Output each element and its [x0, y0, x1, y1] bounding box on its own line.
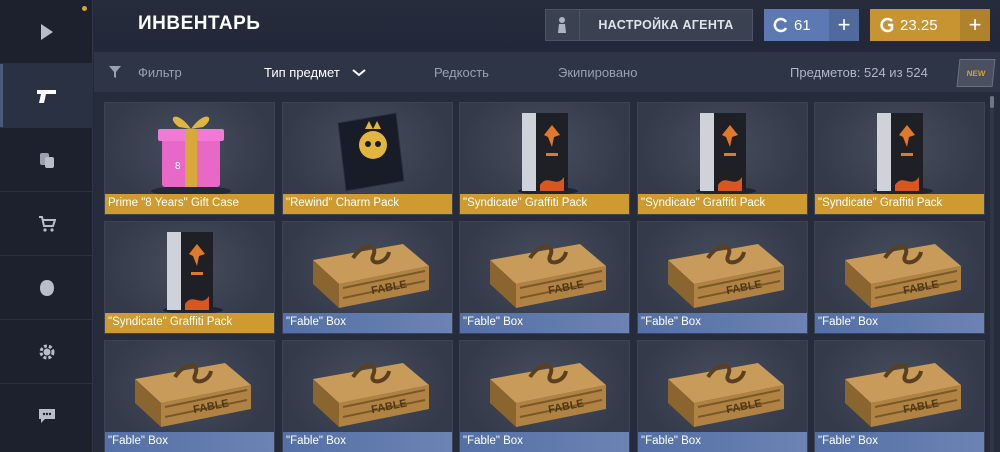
item-name-label: "Syndicate" Graffiti Pack — [638, 194, 807, 214]
agent-settings-button[interactable]: НАСТРОЙКА АГЕНТА — [545, 9, 753, 41]
item-name-label: "Syndicate" Graffiti Pack — [460, 194, 629, 214]
play-icon — [40, 23, 53, 40]
filter-bar: Фильтр Тип предмет Редкость Экипировано … — [94, 52, 1000, 92]
inventory-item-card[interactable]: FABLE "Fable" Box — [282, 340, 453, 452]
pistol-icon — [36, 89, 56, 103]
scroll-thumb[interactable] — [990, 96, 994, 108]
gold-currency-value: 23.25 — [900, 16, 938, 34]
sidebar — [0, 0, 93, 452]
blue-coin-icon — [773, 17, 789, 33]
inventory-item-card[interactable]: "Syndicate" Graffiti Pack — [459, 102, 630, 215]
sidebar-item-play[interactable] — [0, 0, 93, 64]
item-name-label: "Fable" Box — [815, 313, 984, 333]
item-name-label: "Fable" Box — [638, 432, 807, 452]
helmet-icon — [39, 279, 54, 296]
sidebar-item-store[interactable] — [0, 192, 93, 256]
item-name-label: "Fable" Box — [460, 313, 629, 333]
inventory-item-card[interactable]: "Syndicate" Graffiti Pack — [814, 102, 985, 215]
item-name-label: "Fable" Box — [460, 432, 629, 452]
blue-currency-value: 61 — [794, 16, 811, 34]
gold-add-button[interactable]: + — [960, 9, 990, 41]
item-name-label: "Syndicate" Graffiti Pack — [815, 194, 984, 214]
inventory-item-card[interactable]: FABLE "Fable" Box — [637, 221, 808, 334]
agent-icon — [546, 10, 580, 40]
inventory-item-card[interactable]: "Syndicate" Graffiti Pack — [637, 102, 808, 215]
inventory-item-card[interactable]: FABLE "Fable" Box — [814, 221, 985, 334]
inventory-item-card[interactable]: "Rewind" Charm Pack — [282, 102, 453, 215]
blue-add-button[interactable]: + — [829, 9, 859, 41]
top-bar: ИНВЕНТАРЬ НАСТРОЙКА АГЕНТА 61 + 23.25 + — [94, 0, 1000, 50]
sidebar-item-market[interactable] — [0, 128, 93, 192]
inventory-item-card[interactable]: FABLE "Fable" Box — [814, 340, 985, 452]
item-name-label: "Fable" Box — [105, 432, 274, 452]
blue-currency[interactable]: 61 + — [764, 9, 859, 41]
coins-icon — [39, 152, 54, 168]
item-name-label: "Fable" Box — [283, 313, 452, 333]
agent-settings-label: НАСТРОЙКА АГЕНТА — [598, 18, 734, 32]
scrollbar[interactable] — [990, 96, 994, 452]
inventory-item-card[interactable]: "Syndicate" Graffiti Pack — [104, 221, 275, 334]
chat-icon — [38, 409, 55, 423]
gold-currency[interactable]: 23.25 + — [870, 9, 990, 41]
sidebar-item-missions[interactable] — [0, 256, 93, 320]
filter-icon[interactable] — [108, 65, 122, 79]
gear-icon — [39, 344, 54, 359]
sidebar-item-inventory[interactable] — [0, 64, 93, 128]
item-name-label: "Fable" Box — [638, 313, 807, 333]
svg-text:8: 8 — [175, 161, 181, 172]
rarity-sort[interactable]: Редкость — [434, 65, 489, 80]
item-name-label: Prime "8 Years" Gift Case — [105, 194, 274, 214]
page-title: ИНВЕНТАРЬ — [138, 13, 261, 34]
inventory-item-card[interactable]: FABLE "Fable" Box — [459, 221, 630, 334]
notification-dot — [80, 4, 89, 13]
new-badge[interactable]: NEW — [956, 59, 996, 87]
sidebar-item-chat[interactable] — [0, 384, 93, 448]
equipped-sort[interactable]: Экипировано — [558, 65, 637, 80]
chevron-down-icon[interactable] — [352, 69, 366, 77]
item-name-label: "Rewind" Charm Pack — [283, 194, 452, 214]
item-name-label: "Fable" Box — [815, 432, 984, 452]
inventory-item-card[interactable]: FABLE "Fable" Box — [104, 340, 275, 452]
sidebar-item-settings[interactable] — [0, 320, 93, 384]
inventory-item-card[interactable]: FABLE "Fable" Box — [637, 340, 808, 452]
cart-icon — [38, 215, 56, 232]
gold-coin-icon — [879, 17, 895, 33]
item-name-label: "Syndicate" Graffiti Pack — [105, 313, 274, 333]
inventory-item-card[interactable]: FABLE "Fable" Box — [282, 221, 453, 334]
item-count: Предметов: 524 из 524 — [790, 65, 928, 80]
item-name-label: "Fable" Box — [283, 432, 452, 452]
inventory-item-card[interactable]: 8 Prime "8 Years" Gift Case — [104, 102, 275, 215]
filter-button[interactable]: Фильтр — [138, 65, 182, 80]
inventory-item-card[interactable]: FABLE "Fable" Box — [459, 340, 630, 452]
item-type-dropdown[interactable]: Тип предмет — [264, 65, 340, 80]
